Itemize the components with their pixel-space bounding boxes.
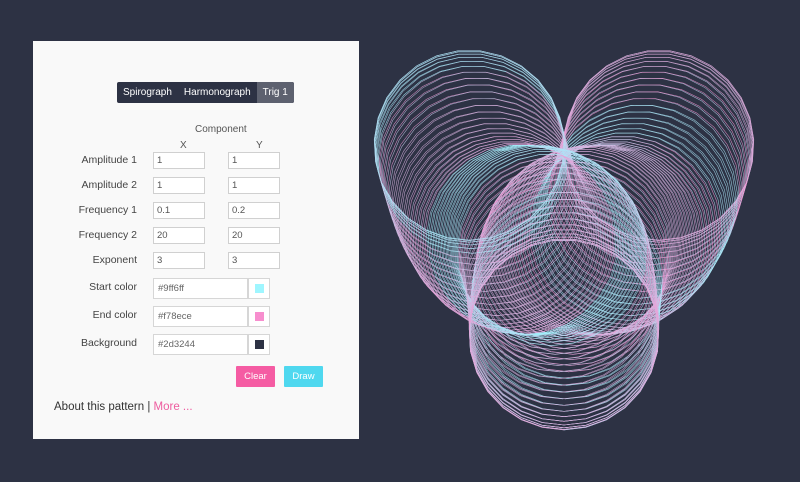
- tab-trig-1[interactable]: Trig 1: [256, 82, 294, 103]
- amplitude-2-y-input[interactable]: [228, 177, 280, 194]
- draw-button[interactable]: Draw: [284, 366, 323, 387]
- end-color-input[interactable]: [153, 306, 248, 327]
- end-color-swatch: [255, 312, 264, 321]
- more-link[interactable]: More ...: [154, 401, 193, 413]
- settings-panel: Spirograph Harmonograph Trig 1 Component…: [33, 41, 359, 439]
- background-color-input[interactable]: [153, 334, 248, 355]
- frequency-2-y-input[interactable]: [228, 227, 280, 244]
- amplitude-1-y-input[interactable]: [228, 152, 280, 169]
- end-color-picker[interactable]: [248, 306, 270, 327]
- exponent-x-input[interactable]: [153, 252, 205, 269]
- trig-pattern-canvas: [373, 50, 755, 431]
- tab-spirograph[interactable]: Spirograph: [117, 82, 178, 103]
- amplitude-1-label: Amplitude 1: [81, 154, 137, 166]
- background-color-label: Background: [80, 337, 137, 349]
- amplitude-2-label: Amplitude 2: [81, 179, 137, 191]
- start-color-label: Start color: [89, 281, 137, 293]
- mode-tabs: Spirograph Harmonograph Trig 1: [117, 82, 294, 103]
- frequency-1-y-input[interactable]: [228, 202, 280, 219]
- amplitude-2-x-input[interactable]: [153, 177, 205, 194]
- background-color-picker[interactable]: [248, 334, 270, 355]
- about-pattern: About this pattern | More ...: [54, 401, 193, 413]
- frequency-1-x-input[interactable]: [153, 202, 205, 219]
- clear-button[interactable]: Clear: [236, 366, 275, 387]
- about-text: About this pattern |: [54, 401, 151, 413]
- x-column-header: X: [180, 140, 187, 151]
- y-column-header: Y: [256, 140, 263, 151]
- start-color-input[interactable]: [153, 278, 248, 299]
- amplitude-1-x-input[interactable]: [153, 152, 205, 169]
- end-color-label: End color: [92, 309, 137, 321]
- background-color-swatch: [255, 340, 264, 349]
- exponent-label: Exponent: [92, 254, 137, 266]
- frequency-1-label: Frequency 1: [78, 204, 137, 216]
- tab-harmonograph[interactable]: Harmonograph: [178, 82, 257, 103]
- component-header: Component: [195, 124, 247, 135]
- frequency-2-x-input[interactable]: [153, 227, 205, 244]
- start-color-picker[interactable]: [248, 278, 270, 299]
- frequency-2-label: Frequency 2: [78, 229, 137, 241]
- start-color-swatch: [255, 284, 264, 293]
- exponent-y-input[interactable]: [228, 252, 280, 269]
